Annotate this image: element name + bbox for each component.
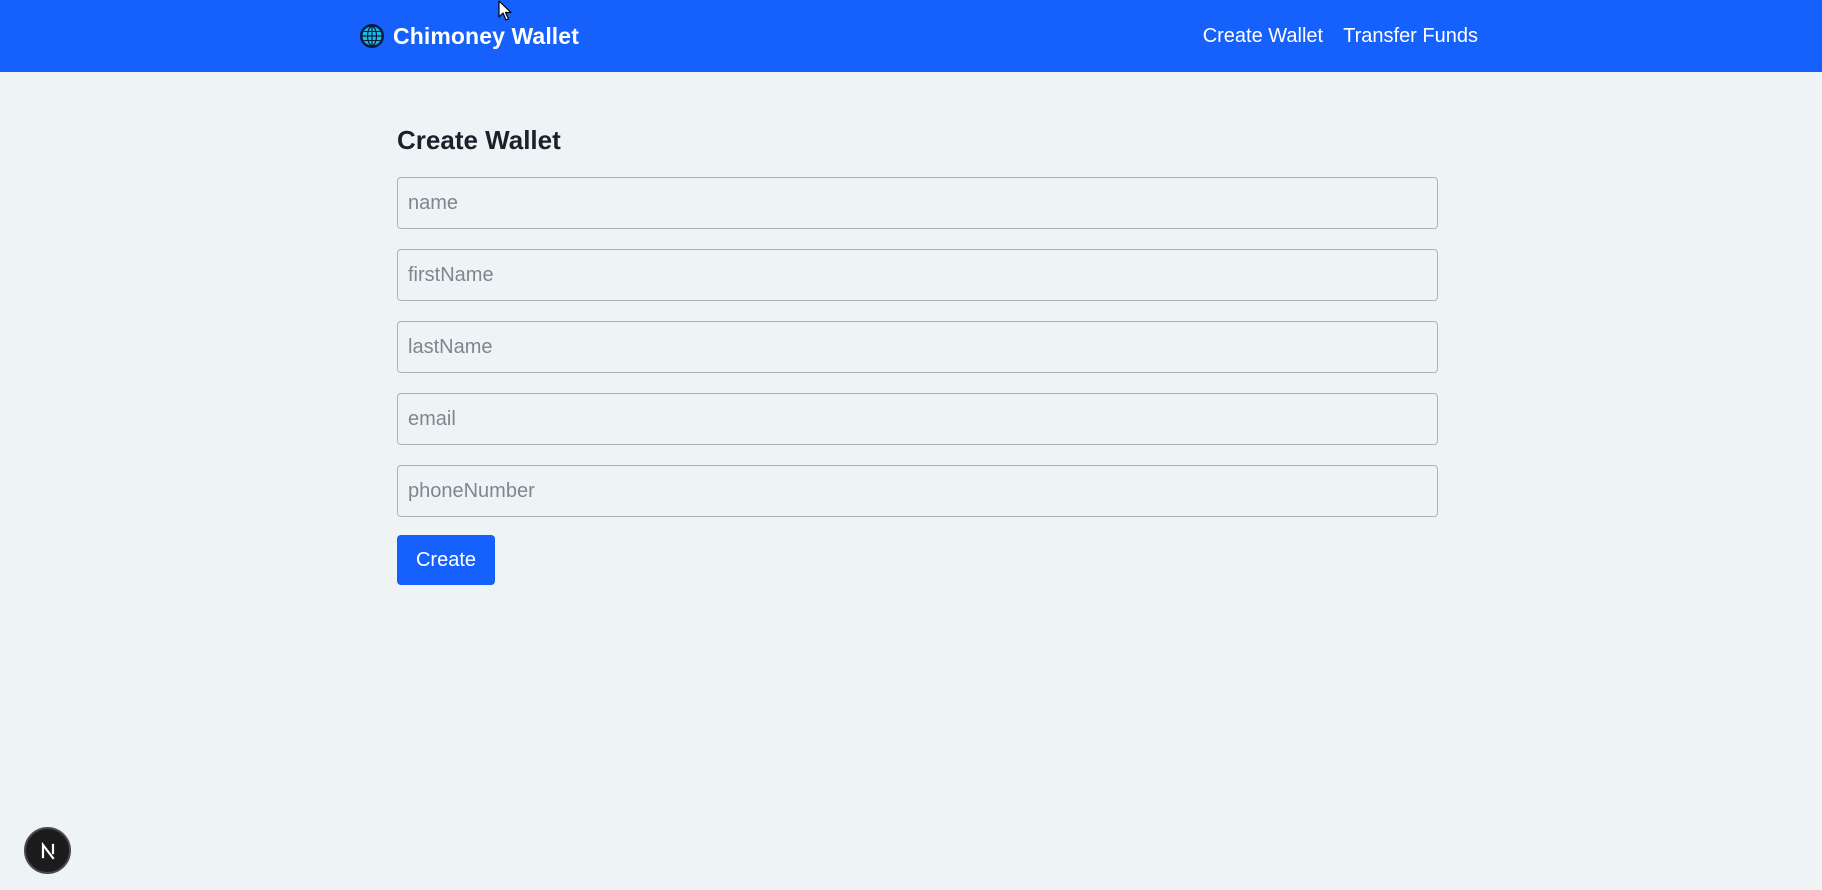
create-button[interactable]: Create [397, 535, 495, 585]
first-name-input[interactable] [397, 249, 1438, 301]
nextjs-logo-icon [41, 841, 55, 860]
brand-name: Chimoney Wallet [393, 23, 579, 49]
nav-create-wallet[interactable]: Create Wallet [1203, 22, 1323, 50]
last-name-input[interactable] [397, 321, 1438, 373]
create-wallet-form: Create Wallet Create [397, 122, 1438, 585]
nav-transfer-funds[interactable]: Transfer Funds [1343, 22, 1478, 50]
phone-number-input[interactable] [397, 465, 1438, 517]
globe-icon [360, 24, 384, 48]
brand-link[interactable]: Chimoney Wallet [359, 22, 579, 50]
email-input[interactable] [397, 393, 1438, 445]
page-title: Create Wallet [397, 125, 561, 155]
mouse-pointer-icon [498, 0, 512, 21]
name-input[interactable] [397, 177, 1438, 229]
top-navbar: Chimoney Wallet Create Wallet Transfer F… [0, 0, 1822, 72]
nav-links: Create Wallet Transfer Funds [1203, 22, 1478, 50]
nextjs-dev-indicator[interactable] [24, 827, 71, 874]
